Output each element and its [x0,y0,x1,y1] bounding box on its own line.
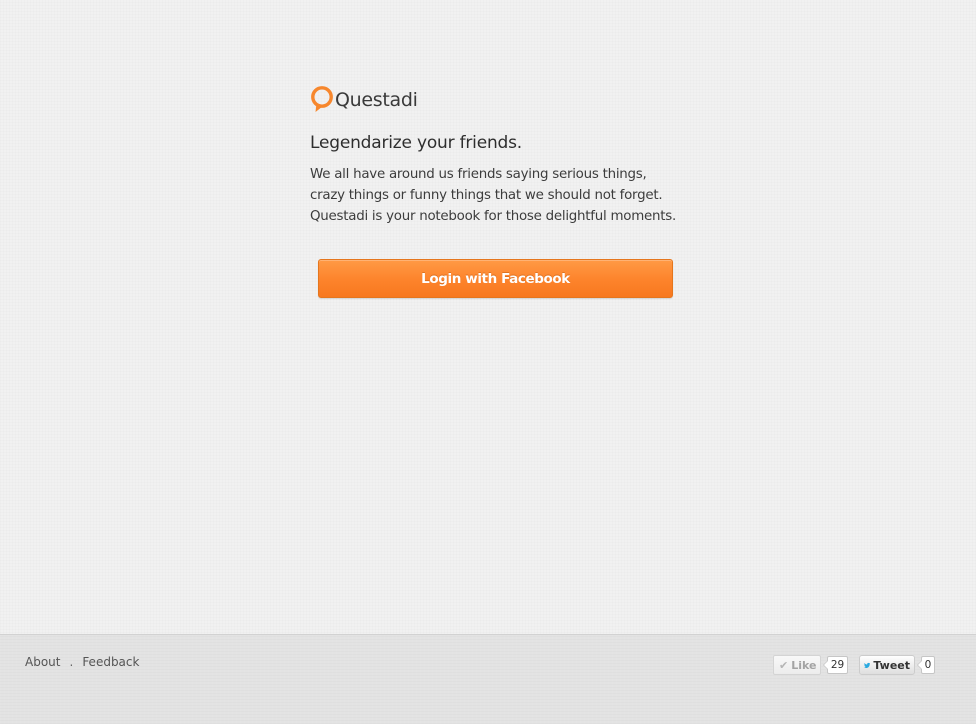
main-content: Questadi Legendarize your friends. We al… [310,84,680,298]
tweet-label: Tweet [873,658,910,672]
tagline: Legendarize your friends. [310,133,522,153]
footer-link-feedback[interactable]: Feedback [82,655,139,669]
footer-link-about[interactable]: About [25,655,60,669]
tweet-count-bubble: 0 [917,656,935,674]
brand-name: Questadi [335,89,418,111]
login-with-facebook-button[interactable]: Login with Facebook [318,259,673,298]
social-buttons: ✔ Like 29 Tweet 0 [773,655,935,675]
twitter-bird-icon [864,662,871,668]
footer: About. Feedback ✔ Like 29 Tweet 0 [0,634,976,724]
check-icon: ✔ [779,658,789,672]
description: We all have around us friends saying ser… [310,167,676,224]
facebook-like-button[interactable]: ✔ Like [773,655,821,675]
speech-bubble-logo-icon [311,86,333,112]
footer-link-separator: . [69,655,74,669]
like-count-bubble: 29 [823,656,848,674]
like-label: Like [791,658,817,672]
questadi-logo[interactable]: Questadi [310,84,680,116]
tweet-button[interactable]: Tweet [859,655,915,675]
footer-links: About. Feedback [25,655,139,669]
